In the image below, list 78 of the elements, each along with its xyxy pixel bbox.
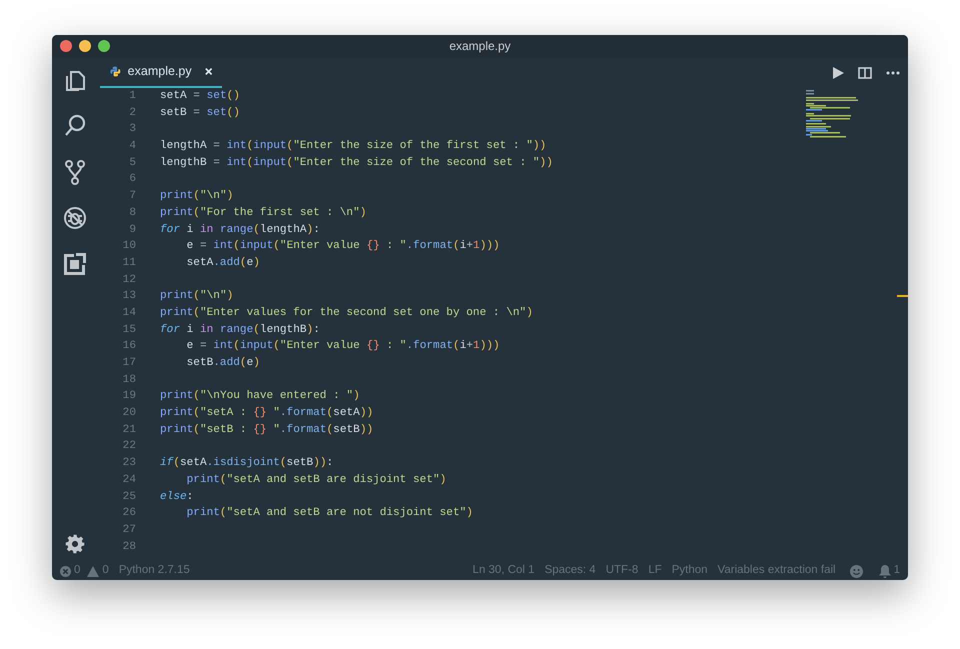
- code-line: setB.add(e): [186, 356, 260, 371]
- editor-tab[interactable]: example.py: [100, 57, 222, 88]
- line-number: 7: [128, 189, 136, 204]
- status-item[interactable]: Python: [672, 562, 708, 580]
- warning-count[interactable]: 0: [102, 562, 109, 580]
- line-number: 22: [122, 439, 136, 454]
- line-number: 9: [128, 222, 136, 238]
- line-number: 12: [122, 272, 136, 288]
- code-line: print("For the first set : \n"): [159, 206, 366, 221]
- line-number: 1: [128, 89, 136, 104]
- close-icon[interactable]: [204, 67, 212, 76]
- line-number: 10: [122, 239, 136, 254]
- python-file-icon: [110, 65, 121, 78]
- zoom-window-button[interactable]: [98, 40, 110, 52]
- run-icon[interactable]: [832, 66, 844, 78]
- more-icon[interactable]: [886, 70, 900, 74]
- code-line: e = int(input("Enter value {} : ".format(i+1))): [186, 339, 500, 354]
- line-number: 15: [122, 322, 136, 338]
- warning-icon: [87, 566, 100, 576]
- settings-icon[interactable]: [65, 534, 85, 554]
- line-number: 23: [122, 456, 136, 472]
- branch-icon[interactable]: [62, 159, 88, 185]
- bell-icon[interactable]: [878, 564, 891, 578]
- interpreter-label[interactable]: Python 2.7.15: [118, 562, 190, 580]
- line-number: 6: [128, 172, 136, 188]
- status-item[interactable]: LF: [648, 562, 662, 580]
- line-number: 20: [122, 406, 136, 422]
- code-line: print("setA and setB are not disjoint set"): [186, 506, 473, 522]
- code-line: print("Enter values for the second set one by one : \n"): [159, 306, 533, 321]
- error-icon: [60, 566, 71, 576]
- smiley-icon[interactable]: [850, 564, 863, 578]
- status-item[interactable]: Ln 30, Col 1: [472, 562, 535, 580]
- status-item[interactable]: Spaces: 4: [544, 562, 596, 580]
- close-window-button[interactable]: [60, 40, 72, 52]
- code-line: if(setA.isdisjoint(setB)):: [159, 456, 334, 472]
- line-number: 24: [122, 472, 136, 488]
- code-line: lengthB = int(input("Enter the size of the second set : ")): [159, 156, 553, 171]
- status-item[interactable]: Variables extraction fail: [718, 562, 836, 580]
- code-line: print("\nYou have entered : "): [159, 389, 360, 404]
- line-number: 13: [122, 289, 136, 304]
- code-line: print("\n"): [159, 189, 234, 204]
- line-number: 4: [128, 139, 136, 154]
- status-item[interactable]: UTF-8: [606, 562, 638, 580]
- code-line: print("setB : {} ".format(setB)): [159, 422, 374, 438]
- split-editor-icon[interactable]: [858, 66, 872, 78]
- code-line: for i in range(lengthB):: [159, 322, 320, 338]
- line-number: 19: [122, 389, 136, 404]
- code-line: else:: [159, 490, 194, 504]
- line-number: 11: [122, 256, 136, 271]
- minimize-window-button[interactable]: [79, 40, 91, 52]
- line-number: 14: [122, 306, 136, 321]
- code-line: lengthA = int(input("Enter the size of the first set : ")): [159, 139, 546, 154]
- line-number: 3: [128, 122, 136, 138]
- overview-ruler-mark: [897, 295, 908, 297]
- code-line: setB = set(): [159, 106, 240, 121]
- extensions-icon[interactable]: [62, 251, 88, 277]
- window-title: example.py: [449, 38, 511, 55]
- line-number: 8: [128, 206, 136, 221]
- line-number: 28: [122, 540, 136, 555]
- error-count[interactable]: 0: [74, 562, 80, 580]
- line-number: 2: [128, 106, 136, 121]
- notification-count[interactable]: 1: [894, 562, 900, 580]
- code-line: setA = set(): [159, 89, 240, 104]
- code-line: e = int(input("Enter value {} : ".format(i+1))): [186, 239, 500, 254]
- code-line: print("setA : {} ".format(setA)): [159, 406, 374, 422]
- line-number: 25: [122, 490, 136, 504]
- debug-icon[interactable]: [62, 205, 88, 231]
- line-number: 16: [122, 339, 136, 354]
- line-number: 26: [122, 506, 136, 522]
- code-line: setA.add(e): [186, 256, 260, 271]
- line-number: 21: [122, 422, 136, 438]
- line-number: 18: [122, 372, 136, 388]
- line-number: 17: [122, 356, 136, 371]
- line-number: 5: [128, 156, 136, 171]
- line-number: 27: [122, 522, 136, 538]
- code-line: print("setA and setB are disjoint set"): [186, 472, 446, 488]
- code-line: print("\n"): [159, 289, 234, 304]
- code-line: for i in range(lengthA):: [159, 222, 320, 238]
